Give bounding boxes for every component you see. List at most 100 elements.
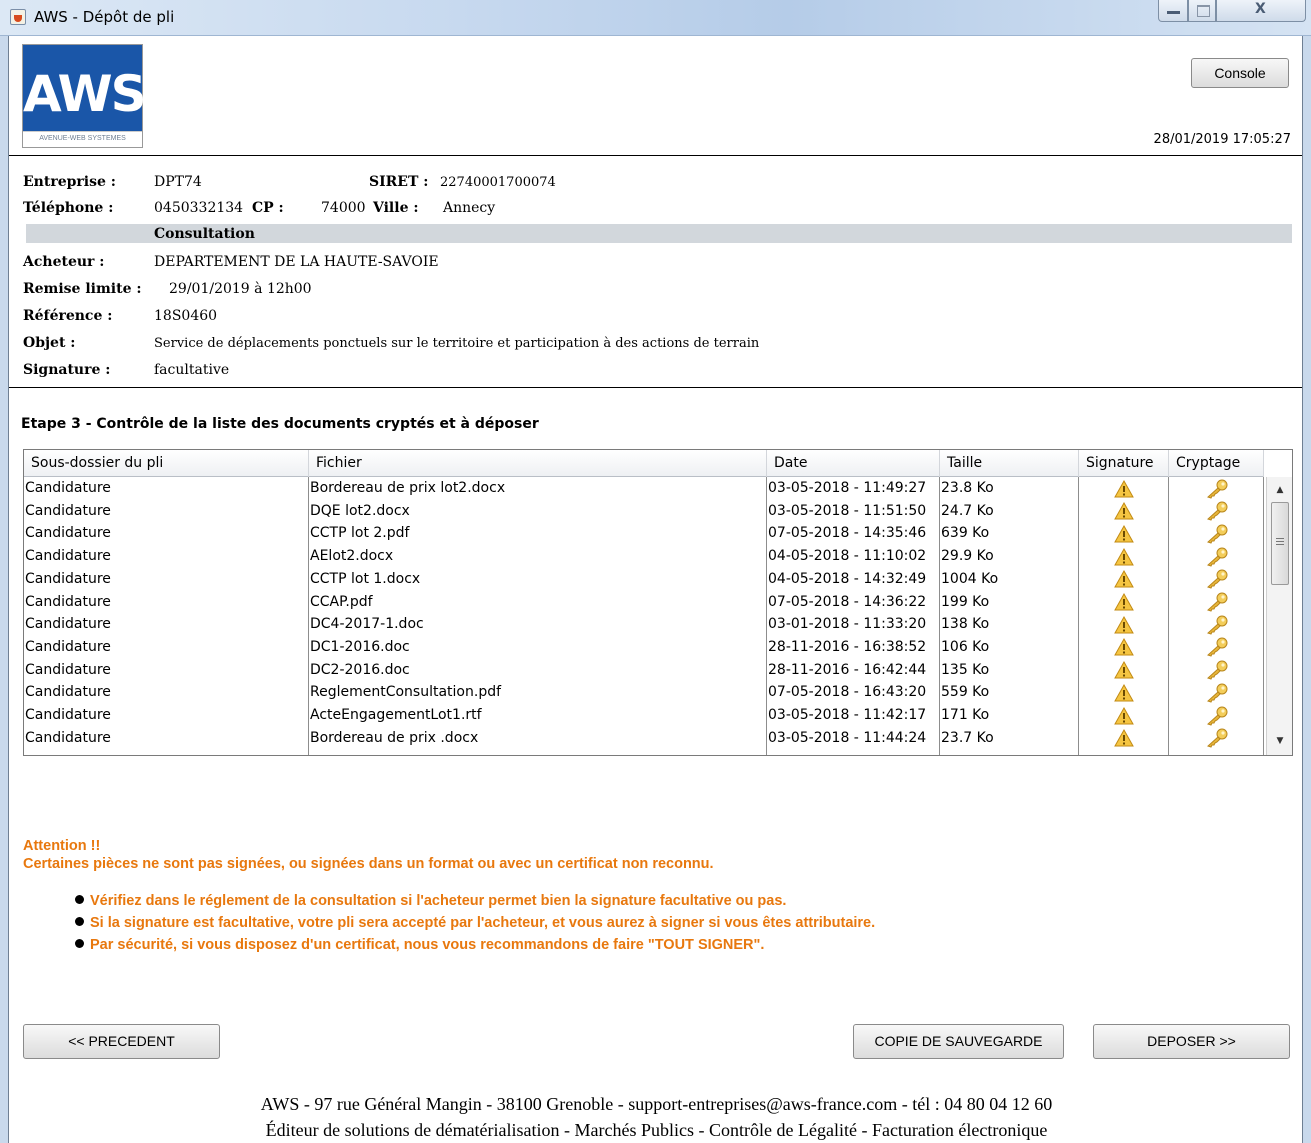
entreprise-label: Entreprise : [23, 174, 116, 190]
cryptage-cell [1169, 545, 1264, 569]
warning-icon [1114, 638, 1134, 656]
backup-copy-button[interactable]: COPIE DE SAUVEGARDE [853, 1024, 1064, 1059]
table-row[interactable]: Candidature DC2-2016.doc 28-11-2016 - 16:4… [24, 658, 1266, 682]
key-icon [1206, 592, 1227, 612]
cryptage-cell [1169, 567, 1264, 591]
table-row[interactable]: Candidature CCAP.pdf 07-05-2018 - 14:36:22… [24, 590, 1266, 614]
key-icon [1206, 501, 1227, 521]
col-signature[interactable]: Signature [1079, 450, 1169, 477]
entreprise-value: DPT74 [154, 174, 202, 190]
table-row[interactable]: Candidature ActeEngagementLot1.rtf 03-05-2… [24, 704, 1266, 727]
remise-label: Remise limite : [23, 281, 142, 297]
window-title-bar[interactable]: AWS - Dépôt de pli [0, 0, 1311, 36]
cell-taille: 23.7 Ko [940, 726, 1079, 750]
deposit-button[interactable]: DEPOSER >> [1093, 1024, 1290, 1059]
signature-cell [1079, 567, 1169, 591]
reference-label: Référence : [23, 308, 113, 324]
cell-taille: 138 Ko [940, 613, 1079, 637]
warning-icon [1114, 524, 1134, 543]
cell-fichier: DQE lot2.docx [309, 499, 767, 523]
scroll-up-arrow-icon[interactable]: ▲ [1271, 481, 1289, 499]
cell-fichier: ReglementConsultation.pdf [309, 681, 767, 705]
ville-value: Annecy [443, 200, 496, 216]
cell-sous-dossier: Candidature [24, 681, 309, 705]
signature-cell [1079, 545, 1169, 569]
signature-value: facultative [154, 362, 230, 378]
attention-bullet: Par sécurité, si vous disposez d'un cert… [75, 937, 764, 953]
col-taille[interactable]: Taille [940, 450, 1079, 477]
table-row[interactable]: Candidature Bordereau de prix lot2.docx 03… [24, 477, 1266, 500]
cell-date: 07-05-2018 - 16:43:20 [767, 681, 940, 705]
footer-tagline: Éditeur de solutions de dématérialisatio… [265, 1120, 1048, 1140]
table-header: Sous-dossier du pli Fichier Date Taille … [24, 450, 1264, 477]
documents-table[interactable]: Sous-dossier du pli Fichier Date Taille … [23, 449, 1293, 756]
key-icon [1206, 728, 1227, 748]
cryptage-cell [1169, 681, 1264, 705]
siret-value: 22740001700074 [440, 175, 556, 190]
cell-taille: 29.9 Ko [940, 545, 1079, 569]
cp-label: CP : [252, 200, 284, 216]
col-date[interactable]: Date [767, 450, 940, 477]
previous-button[interactable]: << PRECEDENT [23, 1024, 220, 1059]
cell-date: 04-05-2018 - 11:10:02 [767, 545, 940, 569]
close-button[interactable] [1216, 0, 1306, 22]
warning-icon [1114, 502, 1134, 520]
cell-taille: 639 Ko [940, 522, 1079, 546]
objet-value: Service de déplacements ponctuels sur le… [154, 336, 760, 351]
minimize-button[interactable] [1158, 0, 1188, 22]
console-button[interactable]: Console [1191, 58, 1289, 88]
bullet-icon [75, 917, 84, 926]
cell-date: 07-05-2018 - 14:36:22 [767, 590, 940, 614]
cell-fichier: CCTP lot 1.docx [309, 567, 767, 591]
table-row[interactable]: Candidature ReglementConsultation.pdf 07-0… [24, 681, 1266, 705]
cell-taille: 1004 Ko [940, 567, 1079, 591]
col-fichier[interactable]: Fichier [309, 450, 767, 477]
acheteur-value: DEPARTEMENT DE LA HAUTE-SAVOIE [154, 254, 439, 270]
table-row[interactable]: Candidature CCTP lot 1.docx 04-05-2018 - 1… [24, 567, 1266, 591]
cryptage-cell [1169, 522, 1264, 546]
maximize-button[interactable] [1188, 0, 1216, 22]
cell-date: 03-01-2018 - 11:33:20 [767, 613, 940, 637]
cell-sous-dossier: Candidature [24, 499, 309, 523]
warning-icon [1114, 683, 1134, 702]
cell-fichier: CCAP.pdf [309, 590, 767, 614]
cryptage-cell [1169, 658, 1264, 682]
key-icon [1206, 547, 1227, 567]
signature-cell [1079, 522, 1169, 546]
table-row[interactable]: Candidature CCTP lot 2.pdf 07-05-2018 - 14… [24, 522, 1266, 546]
cryptage-cell [1169, 613, 1264, 637]
signature-cell [1079, 704, 1169, 727]
cryptage-cell [1169, 704, 1264, 727]
acheteur-label: Acheteur : [23, 254, 105, 270]
key-icon [1206, 524, 1227, 544]
signature-cell [1079, 499, 1169, 523]
remise-value: 29/01/2019 à 12h00 [169, 281, 312, 297]
bullet-icon [75, 895, 84, 904]
table-row[interactable]: Candidature DC1-2016.doc 28-11-2016 - 16:3… [24, 635, 1266, 659]
logo-subtitle: AVENUE-WEB SYSTEMES [39, 135, 126, 142]
cp-value: 74000 [321, 200, 366, 216]
logo-text: AWS [23, 65, 147, 123]
signature-label: Signature : [23, 362, 111, 378]
aws-logo: AWS AVENUE-WEB SYSTEMES [22, 44, 147, 148]
col-sous-dossier[interactable]: Sous-dossier du pli [24, 450, 309, 477]
warning-icon [1114, 570, 1134, 588]
table-row[interactable]: Candidature Bordereau de prix .docx 03-05-… [24, 726, 1266, 750]
table-row[interactable]: Candidature AElot2.docx 04-05-2018 - 11:10… [24, 545, 1266, 569]
cell-sous-dossier: Candidature [24, 726, 309, 750]
scroll-thumb[interactable] [1271, 502, 1289, 585]
cell-sous-dossier: Candidature [24, 545, 309, 569]
cell-fichier: DC2-2016.doc [309, 658, 767, 682]
window-title: AWS - Dépôt de pli [34, 8, 175, 26]
cell-sous-dossier: Candidature [24, 567, 309, 591]
table-row[interactable]: Candidature DC4-2017-1.doc 03-01-2018 - 11… [24, 613, 1266, 637]
col-cryptage[interactable]: Cryptage [1169, 450, 1264, 477]
header-divider [9, 155, 1302, 156]
signature-cell [1079, 726, 1169, 750]
scroll-down-arrow-icon[interactable]: ▼ [1271, 732, 1289, 750]
main-content: AWS AVENUE-WEB SYSTEMES Console 28/01/20… [8, 36, 1303, 1143]
table-scrollbar[interactable]: ▲ ▼ [1266, 477, 1292, 755]
siret-label: SIRET : [369, 174, 429, 190]
table-row[interactable]: Candidature DQE lot2.docx 03-05-2018 - 11:… [24, 499, 1266, 523]
attention-message: Certaines pièces ne sont pas signées, ou… [23, 856, 714, 872]
